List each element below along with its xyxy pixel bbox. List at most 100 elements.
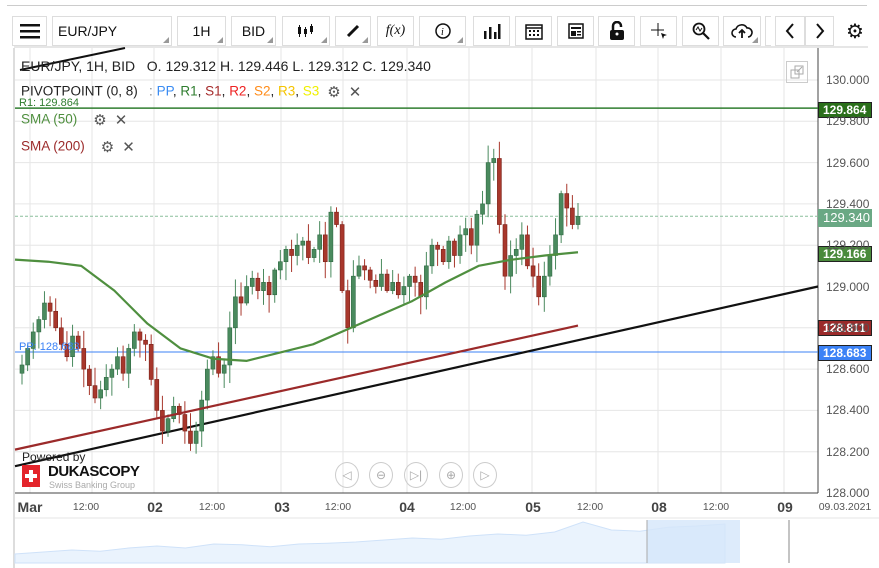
trendline bbox=[14, 285, 819, 468]
candle bbox=[306, 240, 311, 258]
candle bbox=[283, 249, 289, 263]
candle bbox=[233, 296, 238, 329]
candle bbox=[542, 275, 547, 298]
candle bbox=[530, 265, 536, 277]
candle bbox=[143, 339, 148, 345]
candle bbox=[457, 234, 463, 256]
zoom-in-button[interactable]: ⊕ bbox=[439, 462, 463, 488]
pivot-sep: : bbox=[149, 83, 153, 99]
y-tick-label: 129.200 bbox=[826, 238, 870, 253]
sma200-line bbox=[14, 324, 579, 451]
x-tick-label: 09.03.2021 bbox=[818, 501, 872, 513]
candle bbox=[412, 275, 418, 283]
candle bbox=[53, 310, 58, 329]
popout-button[interactable] bbox=[786, 61, 808, 83]
pivot-level-r3: R3 bbox=[278, 83, 296, 99]
candle bbox=[379, 273, 384, 287]
candle bbox=[137, 331, 143, 341]
candle bbox=[87, 368, 92, 386]
x-tick-label: 12:00 bbox=[449, 501, 477, 513]
close-icon[interactable]: ✕ bbox=[115, 111, 128, 129]
candle bbox=[36, 319, 42, 333]
pivot-level-pp: PP bbox=[156, 83, 173, 99]
candle bbox=[311, 249, 317, 258]
candle bbox=[249, 277, 255, 287]
candle bbox=[564, 193, 570, 209]
candle bbox=[536, 275, 541, 298]
pivot-level-s2: S2 bbox=[253, 83, 271, 99]
zoom-in-icon: ⊕ bbox=[445, 468, 457, 482]
candle bbox=[188, 430, 193, 444]
y-tick-label: 128.800 bbox=[826, 320, 870, 335]
gear-icon[interactable]: ⚙ bbox=[93, 111, 106, 129]
swiss-cross-logo bbox=[22, 465, 40, 487]
pivot-level-s1: S1 bbox=[205, 83, 222, 99]
candle bbox=[502, 224, 508, 277]
x-tick-label: 09 bbox=[777, 499, 793, 515]
candle bbox=[261, 282, 266, 291]
y-tick-label: 129.000 bbox=[826, 279, 870, 294]
candle bbox=[238, 296, 244, 304]
go-latest-button[interactable]: ▷| bbox=[404, 462, 428, 488]
gear-icon[interactable]: ⚙ bbox=[101, 138, 114, 156]
candle bbox=[497, 158, 502, 225]
pivot-level-r1: R1 bbox=[180, 83, 198, 99]
separator: , bbox=[270, 83, 278, 99]
candle bbox=[289, 249, 294, 256]
candle bbox=[491, 158, 497, 163]
candle bbox=[317, 234, 322, 250]
r1-line-label: R1: 129.864 bbox=[19, 97, 79, 109]
y-tick-label: 128.600 bbox=[826, 362, 870, 377]
close-icon[interactable]: ✕ bbox=[122, 138, 135, 156]
navigator-window bbox=[647, 520, 740, 563]
sma50-legend: SMA (50) ⚙ ✕ bbox=[21, 111, 127, 129]
y-tick-label: 129.800 bbox=[826, 114, 870, 129]
pan-left-button[interactable]: ◁ bbox=[335, 462, 359, 488]
zoom-out-icon: ⊖ bbox=[375, 468, 387, 482]
y-tick-label: 128.400 bbox=[826, 403, 870, 418]
candle bbox=[47, 302, 53, 312]
x-tick-label: 12:00 bbox=[72, 501, 100, 513]
candle bbox=[294, 244, 300, 256]
candle bbox=[435, 244, 440, 250]
candle bbox=[81, 348, 87, 370]
candle bbox=[120, 356, 126, 374]
candle bbox=[221, 364, 227, 374]
candle bbox=[334, 211, 339, 225]
separator: , bbox=[246, 83, 254, 99]
candle bbox=[182, 414, 188, 432]
candle bbox=[103, 377, 109, 391]
skip-end-icon: ▷| bbox=[409, 468, 423, 482]
pivot-level-r2: R2 bbox=[229, 83, 247, 99]
brand-name: DUKASCOPY bbox=[48, 463, 140, 480]
candle bbox=[148, 344, 154, 380]
zoom-out-button[interactable]: ⊖ bbox=[369, 462, 393, 488]
candle bbox=[115, 356, 120, 370]
candle bbox=[485, 162, 491, 205]
candle bbox=[126, 348, 132, 374]
navigator-area bbox=[14, 521, 726, 564]
candle bbox=[351, 275, 356, 329]
pp-line-label: PP: 128.683 bbox=[19, 341, 80, 353]
sma200-title: SMA (200) bbox=[21, 138, 85, 154]
candle bbox=[244, 286, 249, 304]
powered-by-text: Powered by bbox=[22, 450, 86, 464]
candle bbox=[525, 234, 530, 267]
close-icon[interactable]: ✕ bbox=[349, 83, 362, 101]
candle bbox=[322, 234, 328, 263]
candle bbox=[575, 215, 581, 225]
candle bbox=[384, 273, 390, 291]
candle bbox=[92, 385, 98, 399]
gear-icon[interactable]: ⚙ bbox=[327, 83, 340, 101]
candle bbox=[272, 269, 278, 296]
ohlc-title: EUR/JPY, 1H, BID bbox=[21, 58, 136, 74]
candle bbox=[300, 240, 306, 246]
candle bbox=[570, 207, 575, 225]
candle bbox=[429, 244, 435, 267]
candle bbox=[339, 224, 345, 291]
separator: , bbox=[295, 83, 303, 99]
sma200-legend: SMA (200) ⚙ ✕ bbox=[21, 138, 135, 156]
pan-right-button[interactable]: ▷ bbox=[473, 462, 497, 488]
candle bbox=[553, 234, 558, 256]
candle bbox=[154, 379, 160, 411]
